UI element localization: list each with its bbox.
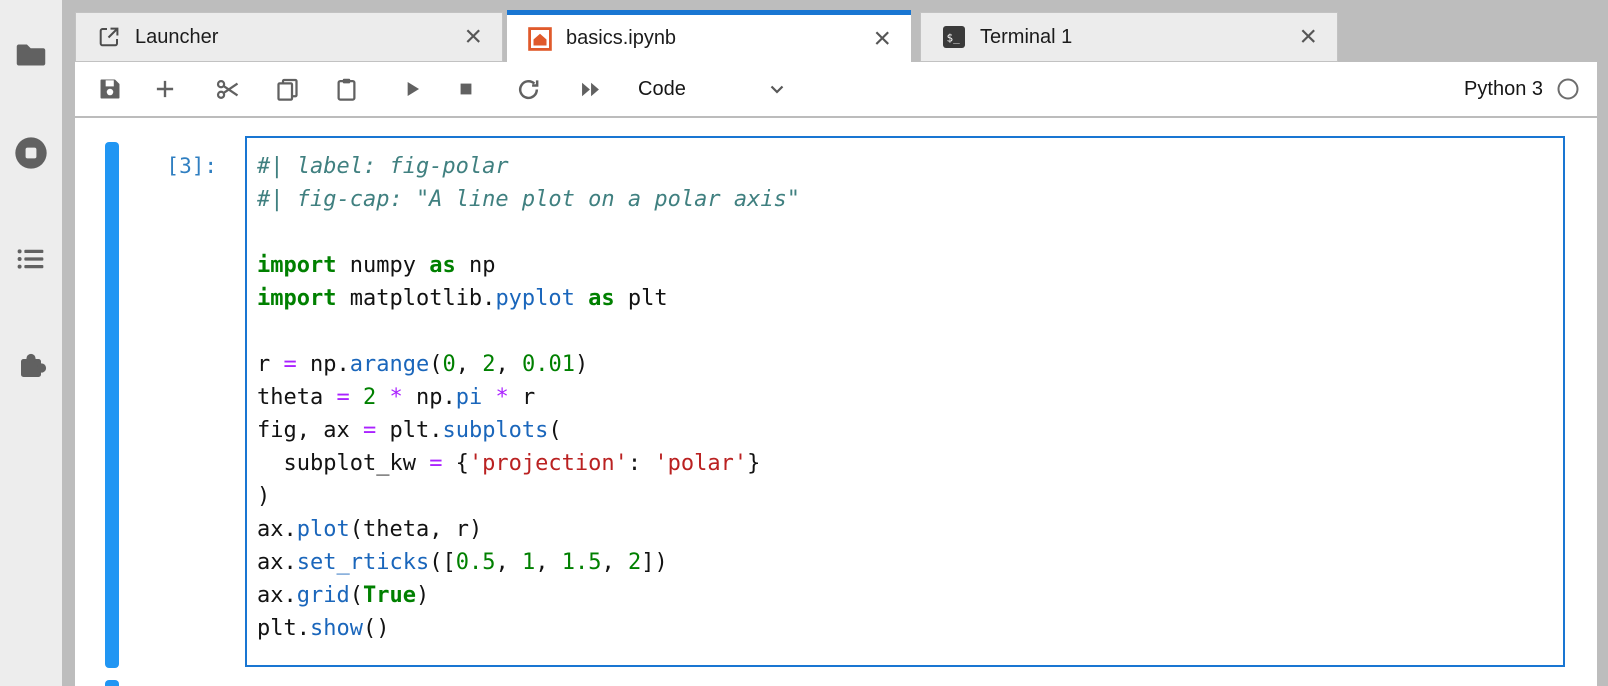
code-line: import numpy as np [257,249,1553,282]
notebook-icon [527,26,553,52]
sidebar-item-extensions[interactable] [0,330,62,400]
code-line [257,315,1553,348]
paste-icon[interactable] [326,69,366,109]
tab-terminal-1[interactable]: $_ Terminal 1 × [920,12,1338,62]
restart-run-all-icon[interactable] [570,69,610,109]
code-line: #| fig-cap: "A line plot on a polar axis… [257,183,1553,216]
jupyterlab-app: Launcher × basics.ipynb × $_ Terminal 1 … [0,0,1608,686]
sidebar-item-table-of-contents[interactable] [0,224,62,294]
sidebar-item-file-browser[interactable] [0,20,62,90]
terminal-icon: $_ [941,24,967,50]
restart-kernel-icon[interactable] [508,69,548,109]
notebook-content: [3]: #| label: fig-polar#| fig-cap: "A l… [75,118,1597,686]
tab-label: Launcher [135,26,218,49]
code-line: ax.plot(theta, r) [257,513,1553,546]
kernel-status-icon[interactable] [1556,77,1580,101]
copy-icon[interactable] [267,69,307,109]
notebook-toolbar: Code Python 3 [75,62,1597,118]
code-line: r = np.arange(0, 2, 0.01) [257,348,1553,381]
code-line: theta = 2 * np.pi * r [257,381,1553,414]
chevron-down-icon [765,77,789,101]
code-line: #| label: fig-polar [257,150,1553,183]
close-icon[interactable]: × [1299,24,1317,50]
cell-type-dropdown[interactable]: Code [638,69,789,109]
code-line: subplot_kw = {'projection': 'polar'} [257,447,1553,480]
interrupt-kernel-icon[interactable] [446,69,486,109]
execution-count: [3]: [115,154,217,178]
code-line [257,216,1553,249]
close-icon[interactable]: × [464,24,482,50]
folder-icon [12,36,50,74]
insert-cell-icon[interactable] [145,69,185,109]
cut-icon[interactable] [208,69,248,109]
tab-label: basics.ipynb [566,27,676,50]
puzzle-icon [11,345,51,385]
code-line: plt.show() [257,612,1553,645]
notebook-panel: Code Python 3 [3]: #| label: fig-polar#|… [75,62,1597,686]
tab-basics-ipynb[interactable]: basics.ipynb × [507,10,911,62]
list-icon [12,240,50,278]
code-line: import matplotlib.pyplot as plt [257,282,1553,315]
code-cell-editor[interactable]: #| label: fig-polar#| fig-cap: "A line p… [245,136,1565,667]
sidebar-item-running-sessions[interactable] [0,118,62,188]
stop-circle-icon [12,134,50,172]
launcher-icon [96,24,122,50]
left-sidebar [0,0,62,686]
tab-launcher[interactable]: Launcher × [75,12,503,62]
save-button[interactable] [90,69,130,109]
kernel-name[interactable]: Python 3 [1464,62,1543,116]
svg-text:$_: $_ [947,32,961,45]
code-line: ax.grid(True) [257,579,1553,612]
run-cell-icon[interactable] [392,69,432,109]
next-cell-collapser[interactable] [105,680,119,686]
code-lines: #| label: fig-polar#| fig-cap: "A line p… [247,138,1563,645]
tab-label: Terminal 1 [980,26,1072,49]
code-line: fig, ax = plt.subplots( [257,414,1553,447]
code-line: ) [257,480,1553,513]
cell-type-label: Code [638,78,686,101]
close-icon[interactable]: × [873,26,891,52]
code-line: ax.set_rticks([0.5, 1, 1.5, 2]) [257,546,1553,579]
cell-collapser[interactable] [105,142,119,668]
